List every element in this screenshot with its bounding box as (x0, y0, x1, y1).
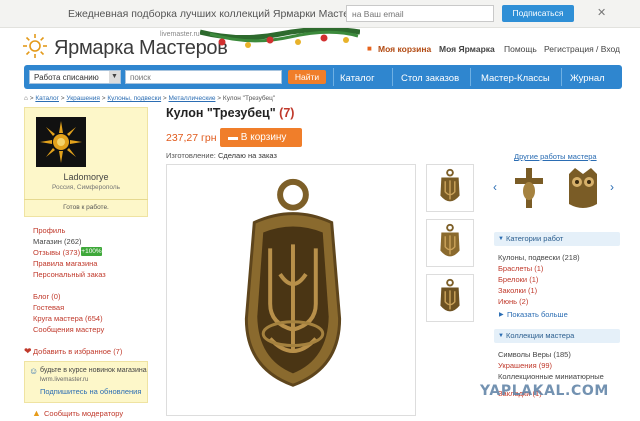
profile-link[interactable]: Профиль (33, 226, 65, 235)
triangle-right-icon: ▶ (499, 312, 504, 318)
divider (24, 199, 148, 200)
production-label: Изготовление: (166, 151, 216, 160)
guestbook-link[interactable]: Гостевая (33, 303, 64, 312)
chevron-down-icon[interactable]: ▼ (109, 71, 120, 83)
other-work-thumbnail[interactable] (505, 164, 553, 214)
product-main-image[interactable] (166, 164, 416, 416)
reviews-link-count: (373) (62, 248, 81, 257)
shop-rules-link[interactable]: Правила магазина (33, 259, 97, 268)
heart-icon[interactable]: ❤ (24, 346, 32, 357)
chevron-right-icon[interactable]: › (610, 180, 614, 194)
subscribe-button[interactable]: Подписаться (502, 5, 574, 22)
close-icon[interactable]: ✕ (597, 6, 606, 19)
breadcrumb-link[interactable]: Металлические (169, 95, 216, 102)
collections-header[interactable]: Коллекции мастера (494, 329, 620, 343)
person-icon: ☺ (29, 366, 39, 376)
collection-item[interactable]: Украшения (99) (498, 361, 552, 370)
category-item[interactable]: Кулоны, подвески (218) (498, 253, 580, 262)
add-to-cart-label: В корзину (240, 132, 287, 143)
sun-logo-icon[interactable] (22, 33, 48, 59)
product-thumbnail[interactable] (426, 219, 474, 267)
sort-select[interactable]: Работа списанию (29, 70, 121, 84)
reviews-badge: +100% (81, 247, 102, 256)
subscribe-text: будьте в курсе новинок магазина (40, 367, 147, 374)
product-count: (7) (279, 106, 295, 120)
breadcrumb-link[interactable]: Кулоны, подвески (107, 95, 161, 102)
watermark: YAPLAKAL.COM (480, 383, 609, 399)
product-price: 237,27 грн (166, 132, 217, 144)
shop-status: Готов к работе. (63, 204, 109, 211)
breadcrumb-link[interactable]: Каталог (35, 95, 59, 102)
breadcrumb-current: Кулон "Трезубец" (222, 95, 276, 102)
other-work-thumbnail[interactable] (559, 164, 607, 214)
my-fair-link[interactable]: Моя Ярмарка (439, 44, 495, 54)
search-input[interactable] (125, 70, 282, 84)
category-item[interactable]: Брелоки (1) (498, 275, 538, 284)
chevron-left-icon[interactable]: ‹ (493, 180, 497, 194)
register-login-link[interactable]: Регистрация / Вход (544, 44, 620, 54)
find-button[interactable]: Найти (288, 70, 326, 84)
shop-name[interactable]: Ladomorye (24, 172, 148, 182)
my-cart-link[interactable]: Моя корзина (378, 44, 431, 54)
site-logo-subtitle: livemaster.ru (160, 31, 200, 38)
shop-avatar[interactable] (36, 117, 86, 167)
master-circle-link[interactable]: Круга мастера (654) (33, 314, 103, 323)
shop-link-label: Магазин (33, 237, 62, 246)
shop-location: Россия, Симферополь (51, 184, 121, 191)
reviews-link-label: Отзывы (33, 248, 61, 257)
nav-divider (392, 68, 393, 86)
home-icon[interactable]: ⌂ (24, 95, 28, 102)
show-more-link[interactable]: Показать больше (507, 310, 568, 319)
shop-link-count: (262) (64, 237, 82, 246)
garland-decoration (200, 28, 360, 48)
nav-item-masterclasses[interactable]: Мастер-Классы (481, 73, 550, 84)
add-to-cart-button[interactable]: ▬ В корзину (220, 128, 302, 147)
personal-order-link[interactable]: Персональный заказ (33, 270, 106, 279)
subscribe-updates-link[interactable]: Подпишитесь на обновления (40, 387, 141, 396)
report-moderator-link[interactable]: Сообщить модератору (44, 409, 123, 418)
message-master-link[interactable]: Сообщения мастеру (33, 325, 104, 334)
add-favorite-link[interactable]: Добавить в избранное (7) (33, 347, 122, 356)
nav-item-journal[interactable]: Журнал (570, 73, 605, 84)
nav-divider (561, 68, 562, 86)
help-link[interactable]: Помощь (504, 44, 537, 54)
nav-divider (470, 68, 471, 86)
collection-item[interactable]: Коллекционные миниатюрные (498, 372, 604, 381)
cart-icon: ▬ (228, 132, 241, 143)
categories-header[interactable]: Категории работ (494, 232, 620, 246)
category-item[interactable]: Заколки (1) (498, 286, 537, 295)
shop-link[interactable]: Магазин (262) (33, 237, 82, 246)
nav-divider (333, 68, 334, 86)
collection-item[interactable]: Символы Веры (185) (498, 350, 571, 359)
alert-icon: ▲ (32, 408, 41, 418)
product-title: Кулон "Трезубец" (7) (166, 106, 294, 120)
promo-email-input[interactable] (346, 5, 494, 22)
triangle-down-icon: ▼ (498, 236, 504, 242)
subscribe-url: lwrm.livemaster.ru (40, 377, 89, 383)
product-title-text: Кулон "Трезубец" (166, 106, 276, 120)
triangle-down-icon: ▼ (498, 333, 504, 339)
breadcrumb-link[interactable]: Украшения (66, 95, 99, 102)
product-thumbnail[interactable] (426, 164, 474, 212)
category-item[interactable]: Браслеты (1) (498, 264, 543, 273)
other-works-link[interactable]: Другие работы мастера (514, 152, 597, 161)
production-info: Изготовление: Сделаю на заказ (166, 151, 277, 160)
blog-link[interactable]: Блог (0) (33, 292, 60, 301)
reviews-link[interactable]: Отзывы (373) (33, 248, 80, 257)
nav-item-orders[interactable]: Стол заказов (401, 73, 459, 84)
breadcrumb: ⌂ > Каталог > Украшения > Кулоны, подвес… (24, 95, 276, 102)
cart-icon[interactable]: ■ (367, 44, 372, 53)
nav-item-catalog[interactable]: Каталог (340, 73, 375, 84)
promo-text: Ежедневная подборка лучших коллекций Ярм… (68, 8, 367, 20)
product-thumbnail[interactable] (426, 274, 474, 322)
production-value: Сделаю на заказ (217, 151, 277, 160)
category-item[interactable]: Июнь (2) (498, 297, 528, 306)
